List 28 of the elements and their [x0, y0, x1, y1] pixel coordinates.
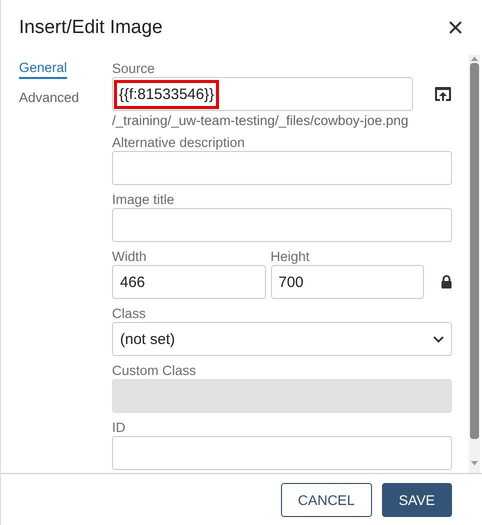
lock-icon[interactable] — [441, 275, 452, 289]
field-label: Class — [112, 305, 147, 322]
input-field[interactable] — [112, 436, 452, 470]
field-value: 700 — [278, 274, 304, 290]
field-label: Image title — [112, 191, 176, 208]
cancel-button[interactable]: CANCEL — [280, 482, 372, 516]
field-value: 466 — [120, 274, 146, 290]
save-button[interactable]: SAVE — [382, 482, 452, 516]
input-field[interactable] — [112, 151, 452, 185]
field-label: Alternative description — [112, 134, 246, 151]
tab[interactable]: Advanced — [19, 90, 80, 107]
close-icon[interactable] — [449, 21, 462, 34]
field-label: Width — [112, 248, 148, 265]
chevron-down-icon — [433, 336, 444, 342]
field-label: Source — [112, 60, 156, 77]
height-field[interactable]: 700 — [270, 265, 424, 299]
field-label: Height — [270, 248, 311, 265]
field-label: Custom Class — [112, 362, 198, 379]
width-field[interactable]: 466 — [112, 265, 266, 299]
field-label: ID — [112, 419, 126, 436]
file-path: /_training/_uw-team-testing/_files/cowboy-joe.png — [112, 112, 410, 129]
class-select[interactable]: (not set) — [112, 322, 452, 356]
tab[interactable]: General — [19, 60, 68, 79]
dialog-title: Insert/Edit Image — [19, 16, 163, 38]
scrollbar[interactable] — [469, 55, 480, 473]
input-field[interactable] — [112, 208, 452, 242]
source-field[interactable]: {{f:81533546}} — [112, 77, 413, 111]
upload-icon[interactable] — [434, 86, 452, 102]
